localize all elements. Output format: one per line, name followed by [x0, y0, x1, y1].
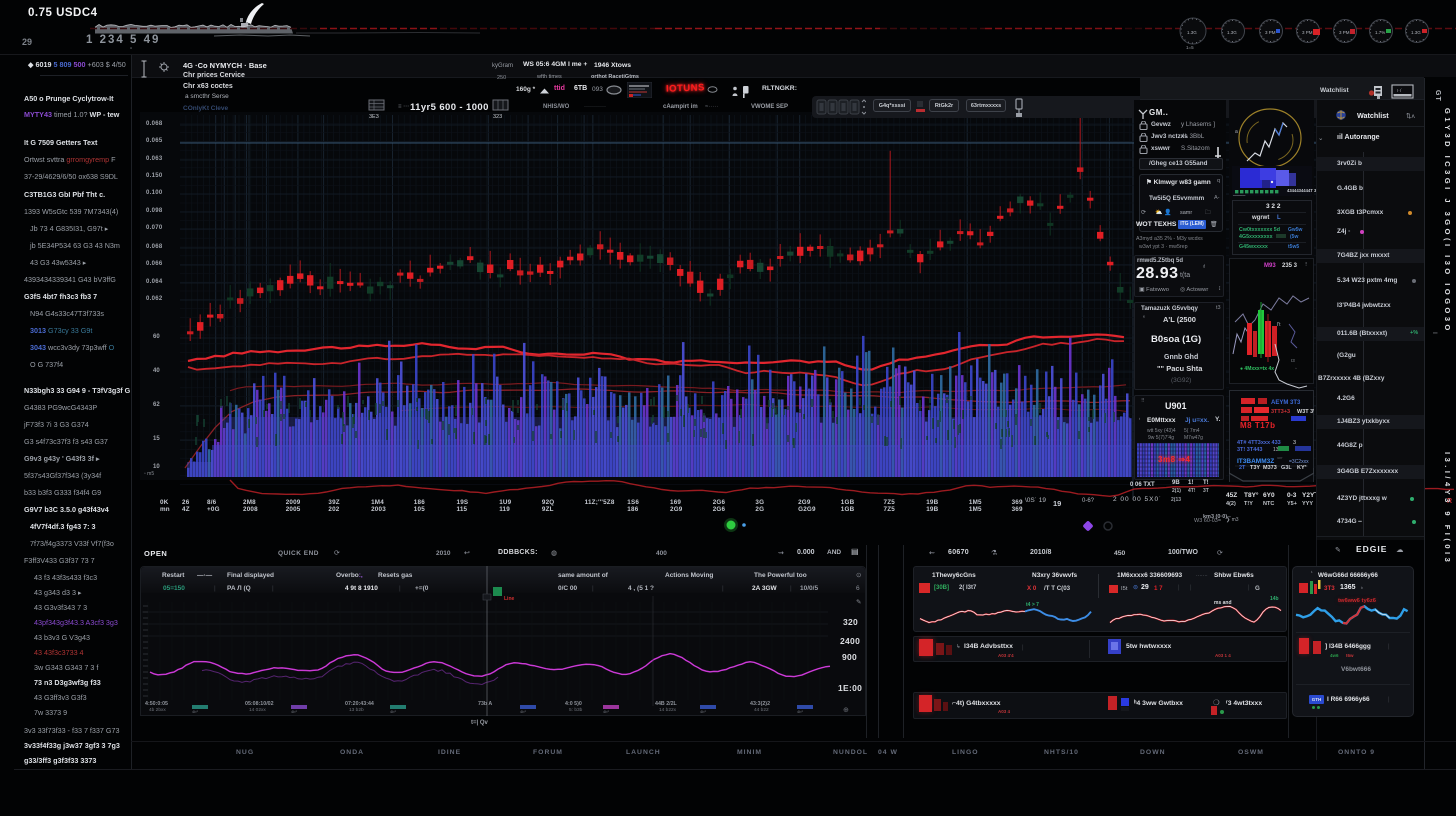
svg-text:˝˝˝: ˝˝˝	[1277, 458, 1282, 464]
svg-text:1.3G: 1.3G	[1187, 30, 1197, 35]
svg-text:ms and: ms and	[1214, 600, 1232, 606]
svg-text:14b: 14b	[1270, 596, 1279, 602]
svg-text:a: a	[1235, 129, 1238, 135]
svg-text:IT3BAMM3Z: IT3BAMM3Z	[1237, 458, 1274, 465]
svg-text:I3: I3	[1291, 358, 1295, 363]
svg-text:3 PM: 3 PM	[1302, 30, 1313, 35]
svg-text:W3T 3W: W3T 3W	[1297, 409, 1314, 415]
svg-text:1.7%: 1.7%	[1375, 30, 1385, 35]
svg-text:3T! 3T443: 3T! 3T443	[1237, 447, 1262, 453]
svg-text:I·I˙: I·I˙	[1397, 88, 1403, 93]
svg-text:AEYM 3T3: AEYM 3T3	[1271, 400, 1301, 406]
svg-text:1=5: 1=5	[1186, 45, 1194, 50]
svg-text:3TT3+3: 3TT3+3	[1271, 409, 1290, 415]
svg-text:13: 13	[1273, 447, 1279, 453]
svg-text:4T# 4TT3xxx 433: 4T# 4TT3xxx 433	[1237, 440, 1281, 446]
svg-text:323: 323	[493, 114, 502, 119]
svg-text:3 PM: 3 PM	[1265, 30, 1276, 35]
svg-text:t4 > 7: t4 > 7	[1026, 602, 1039, 608]
svg-text:3: 3	[1293, 440, 1296, 446]
svg-text:1.3G: 1.3G	[1227, 30, 1237, 35]
svg-text:3 PM: 3 PM	[1339, 30, 1350, 35]
svg-text:1.3G: 1.3G	[1411, 30, 1421, 35]
svg-text:3E3: 3E3	[369, 114, 379, 119]
svg-text:M8 T17b: M8 T17b	[1240, 421, 1276, 430]
svg-text:l't: l't	[1277, 322, 1281, 328]
